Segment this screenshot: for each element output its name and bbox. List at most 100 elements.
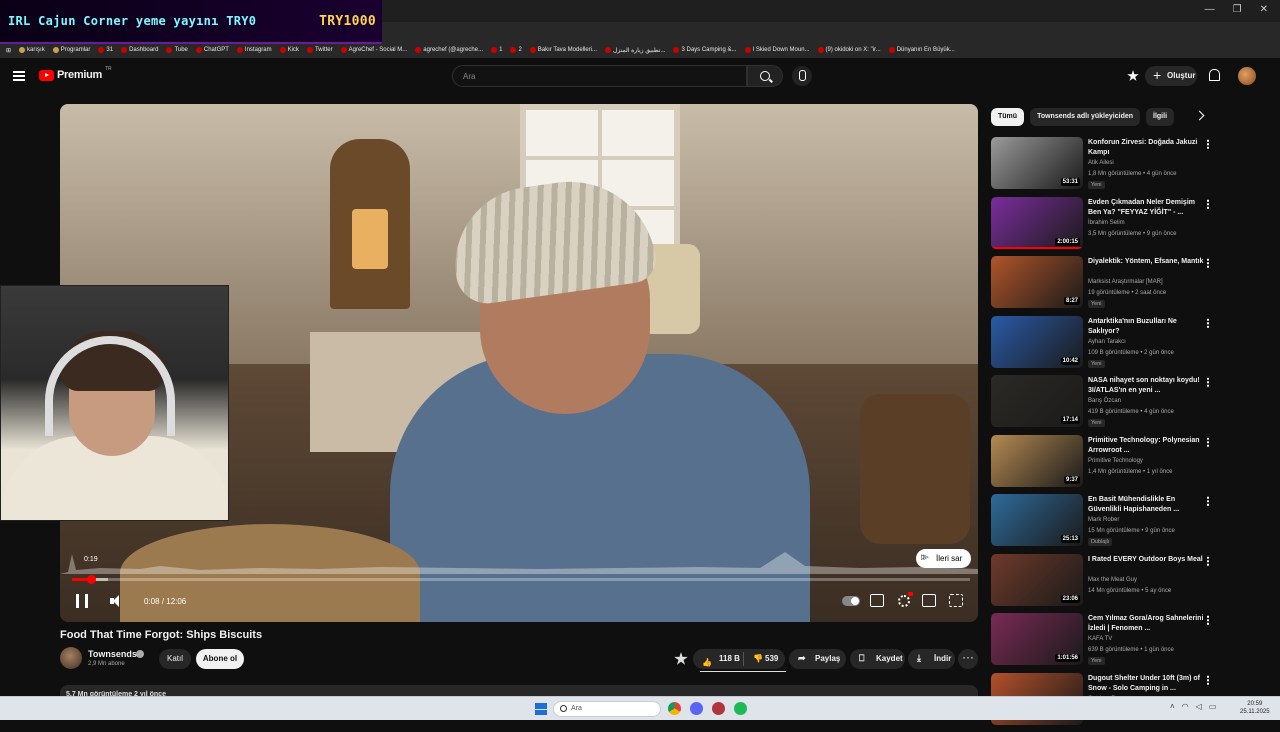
bookmark-item[interactable]: 2 xyxy=(510,47,521,53)
recommendation-item[interactable]: 9:37Primitive Technology: Polynesian Arr… xyxy=(991,435,1216,495)
close-icon[interactable]: ✕ xyxy=(1260,4,1268,15)
wifi-icon[interactable]: ◠ xyxy=(1182,702,1189,711)
youtube-premium-logo[interactable]: Premium TR xyxy=(39,69,112,81)
thumbs-down-icon[interactable]: 👎 xyxy=(753,649,763,669)
recommendation-channel[interactable]: Primitive Technology xyxy=(1088,458,1143,464)
recommendation-title[interactable]: Evden Çıkmadan Neler Demişim Ben Ya? "FE… xyxy=(1088,198,1204,218)
bookmark-item[interactable]: Instagram xyxy=(237,47,272,53)
sparkle-icon[interactable] xyxy=(1127,70,1139,82)
recommendation-title[interactable]: Antarktika'nın Buzulları Ne Saklıyor? xyxy=(1088,317,1204,337)
spotify-app-icon[interactable] xyxy=(734,702,747,715)
more-vert-icon[interactable] xyxy=(1207,199,1209,209)
recommendation-thumbnail[interactable]: 25:13 xyxy=(991,494,1083,546)
more-vert-icon[interactable] xyxy=(1207,437,1209,447)
chrome-app-icon[interactable] xyxy=(668,702,681,715)
bookmark-item[interactable]: 31 xyxy=(98,47,113,53)
chip-0[interactable]: Tümü xyxy=(991,108,1024,126)
recommendation-title[interactable]: Konforun Zirvesi: Doğada Jakuzi Kampı xyxy=(1088,138,1204,158)
search-input[interactable]: Ara xyxy=(452,65,747,87)
more-vert-icon[interactable] xyxy=(1207,675,1209,685)
recommendation-item[interactable]: 1:01:56Cem Yılmaz Gora/Arog Sahnelerini … xyxy=(991,613,1216,673)
autoplay-toggle[interactable] xyxy=(842,596,860,606)
recommendation-item[interactable]: 2:00:15Evden Çıkmadan Neler Demişim Ben … xyxy=(991,197,1216,257)
recommendation-item[interactable]: 8:27 Diyalektik: Yöntem, Efsane, Mantık Ma… xyxy=(991,256,1216,316)
recommendation-thumbnail[interactable]: 8:27 xyxy=(991,256,1083,308)
pause-icon[interactable] xyxy=(76,594,88,608)
bookmark-item[interactable]: Tube xyxy=(166,47,187,53)
more-vert-icon[interactable] xyxy=(1207,556,1209,566)
recommendation-channel[interactable]: Max the Meat Guy xyxy=(1088,577,1137,583)
maximize-icon[interactable]: ❐ xyxy=(1233,4,1242,15)
bookmark-item[interactable]: Dünyanın En Büyük... xyxy=(889,47,955,53)
more-vert-icon[interactable] xyxy=(1207,258,1209,268)
recommendation-item[interactable]: 17:14NASA nihayet son noktayı koydu! 3I/… xyxy=(991,375,1216,435)
ask-ai-icon[interactable] xyxy=(674,652,688,666)
subscribe-button[interactable]: Abone ol xyxy=(196,649,244,669)
bookmark-item[interactable]: ChatGPT xyxy=(196,47,229,53)
download-button[interactable]: ⤓ İndir xyxy=(908,649,955,669)
system-tray[interactable]: ˄◠◁▭ xyxy=(1170,702,1216,711)
recommendation-thumbnail[interactable]: 53:31 xyxy=(991,137,1083,189)
search-button[interactable] xyxy=(747,65,783,87)
theater-mode-icon[interactable] xyxy=(922,594,936,607)
bookmark-item[interactable]: 3 Days Camping &... xyxy=(673,47,736,53)
recommendation-channel[interactable]: Ayhan Tarakcı xyxy=(1088,339,1126,345)
bookmark-item[interactable]: تطبيق زيارة المنزل... xyxy=(605,47,665,54)
menu-icon[interactable] xyxy=(13,71,25,81)
recommendation-channel[interactable]: Atik Ailesi xyxy=(1088,160,1114,166)
bookmark-item[interactable]: Bakır Tava Modelleri... xyxy=(530,47,597,53)
fullscreen-icon[interactable] xyxy=(949,594,963,607)
battery-icon[interactable]: ▭ xyxy=(1209,702,1217,711)
bookmark-item[interactable]: Kick xyxy=(280,47,299,53)
apps-icon[interactable]: ⊞ xyxy=(6,47,11,54)
bookmark-item[interactable]: Programlar xyxy=(53,47,91,53)
progress-scrubber-handle[interactable] xyxy=(87,575,96,584)
recommendation-item[interactable]: 25:13En Basit Mühendislikle En Güvenlikl… xyxy=(991,494,1216,554)
subtitles-icon[interactable] xyxy=(870,594,884,607)
recommendation-thumbnail[interactable]: 9:37 xyxy=(991,435,1083,487)
recommendation-channel[interactable]: Barış Özcan xyxy=(1088,398,1121,404)
skip-forward-button[interactable]: İleri sar xyxy=(916,549,971,568)
recommendation-item[interactable]: 10:42Antarktika'nın Buzulları Ne Saklıyo… xyxy=(991,316,1216,376)
bookmark-item[interactable]: I Skied Down Moun... xyxy=(745,47,810,53)
recommendation-thumbnail[interactable]: 23:06 xyxy=(991,554,1083,606)
save-button[interactable]: ⎕ Kaydet xyxy=(850,649,905,669)
notifications-bell-icon[interactable] xyxy=(1209,69,1220,81)
recommendation-title[interactable]: Primitive Technology: Polynesian Arrowro… xyxy=(1088,436,1204,456)
more-vert-icon[interactable] xyxy=(1207,615,1209,625)
recommendation-channel[interactable]: İbrahim Selim xyxy=(1088,220,1125,226)
recommendation-thumbnail[interactable]: 10:42 xyxy=(991,316,1083,368)
more-vert-icon[interactable] xyxy=(1207,139,1209,149)
channel-avatar[interactable] xyxy=(60,647,82,669)
bookmark-item[interactable]: (9) okidoki on X: "ir... xyxy=(818,47,881,53)
obs-app-icon[interactable] xyxy=(712,702,725,715)
recommendation-channel[interactable]: KAFA TV xyxy=(1088,636,1112,642)
recommendation-title[interactable]: En Basit Mühendislikle En Güvenlikli Hap… xyxy=(1088,495,1204,515)
recommendation-thumbnail[interactable]: 1:01:56 xyxy=(991,613,1083,665)
recommendation-title[interactable]: Diyalektik: Yöntem, Efsane, Mantık xyxy=(1088,257,1204,267)
more-vert-icon[interactable] xyxy=(1207,496,1209,506)
recommendation-thumbnail[interactable]: 17:14 xyxy=(991,375,1083,427)
tray-chevron-icon[interactable]: ˄ xyxy=(1170,702,1175,711)
recommendation-channel[interactable]: Marksist Araştırmalar [MAR] xyxy=(1088,279,1163,285)
volume-icon[interactable] xyxy=(110,595,122,607)
window-controls[interactable]: —❐✕ xyxy=(1193,0,1280,19)
settings-gear-icon[interactable] xyxy=(898,595,910,607)
create-button[interactable]: Oluştur xyxy=(1145,66,1197,86)
bookmark-item[interactable]: agrechef (@agreche... xyxy=(415,47,483,53)
account-avatar[interactable] xyxy=(1238,67,1256,85)
share-button[interactable]: ➦ Paylaş xyxy=(789,649,846,669)
recommendation-item[interactable]: 53:31Konforun Zirvesi: Doğada Jakuzi Kam… xyxy=(991,137,1216,197)
recommendation-item[interactable]: 23:06I Rated EVERY Outdoor Boys MealMax … xyxy=(991,554,1216,614)
like-button[interactable]: 👍 118 B 👎 539 xyxy=(693,649,785,669)
taskbar-search[interactable]: Ara xyxy=(553,701,661,717)
recommendation-channel[interactable]: Mark Rober xyxy=(1088,517,1119,523)
windows-start-icon[interactable] xyxy=(535,703,547,715)
more-vert-icon[interactable] xyxy=(1207,318,1209,328)
voice-search-icon[interactable] xyxy=(792,66,812,86)
recommendation-title[interactable]: Dugout Shelter Under 10ft (3m) of Snow -… xyxy=(1088,674,1204,694)
chip-2[interactable]: İlgili xyxy=(1146,108,1174,126)
bookmark-item[interactable]: karışık xyxy=(19,47,45,53)
bookmark-item[interactable]: Dashboard xyxy=(121,47,158,53)
chip-1[interactable]: Townsends adlı yükleyiciden xyxy=(1030,108,1140,126)
